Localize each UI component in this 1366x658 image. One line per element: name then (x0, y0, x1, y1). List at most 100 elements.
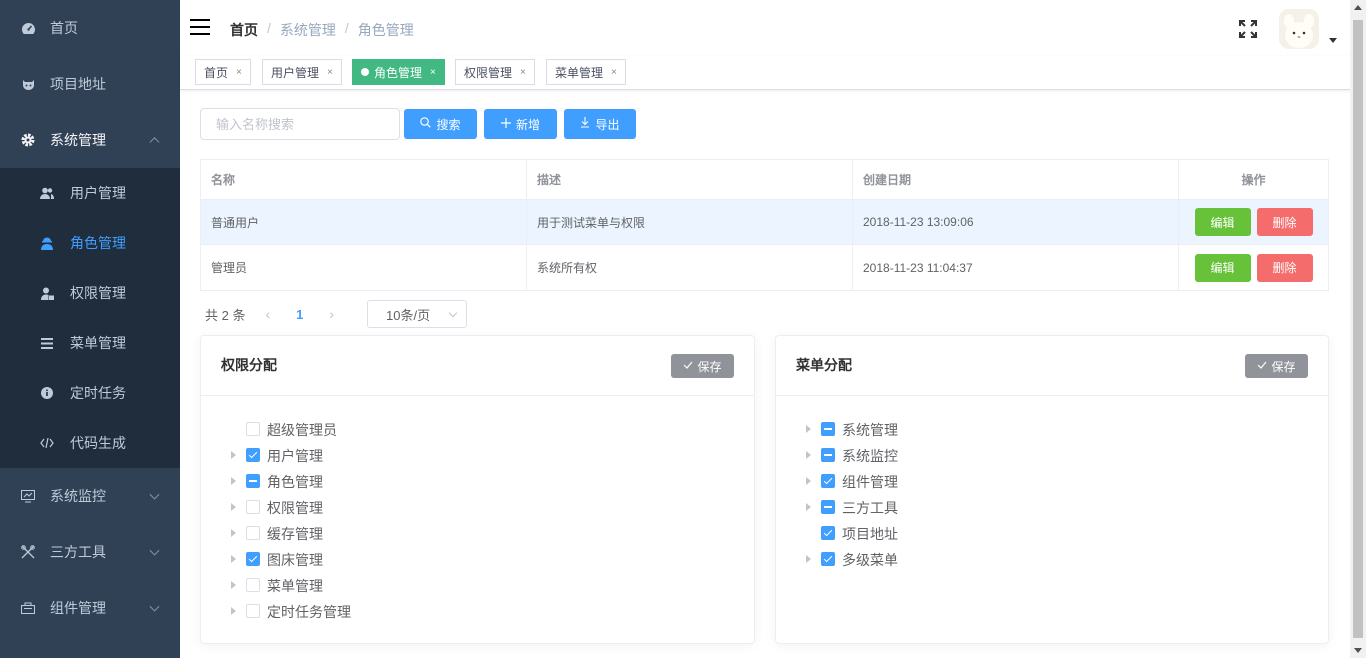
tag-label: 菜单管理 (555, 65, 604, 80)
role-icon (40, 236, 54, 250)
tree-node[interactable]: 定时任务管理 (201, 598, 754, 624)
sidebar-item-tools[interactable]: 三方工具 (0, 524, 180, 580)
sidebar-item-home[interactable]: 首页 (0, 0, 180, 56)
tag-users[interactable]: 用户管理 × (262, 59, 342, 85)
pagination: 共 2 条 ‹ 1 › 10条/页 (205, 300, 467, 328)
sidebar-item-components[interactable]: 组件管理 (0, 580, 180, 636)
tag-roles[interactable]: 角色管理 × (352, 59, 445, 85)
close-icon[interactable]: × (611, 67, 617, 78)
avatar[interactable] (1279, 9, 1319, 49)
sidebar-item-system[interactable]: 系统管理 (0, 112, 180, 168)
tag-permissions[interactable]: 权限管理 × (455, 59, 535, 85)
cell-date: 2018-11-23 13:09:06 (853, 200, 1179, 244)
tree-node[interactable]: 组件管理 (776, 468, 1328, 494)
tree-checkbox[interactable] (246, 578, 260, 592)
tag-label: 角色管理 (374, 65, 423, 80)
caret-right-icon[interactable] (231, 529, 236, 537)
tree-node[interactable]: 权限管理 (201, 494, 754, 520)
tree-checkbox[interactable] (246, 526, 260, 540)
caret-right-icon[interactable] (231, 451, 236, 459)
export-button[interactable]: 导出 (564, 109, 636, 139)
tree-checkbox[interactable] (821, 422, 835, 436)
delete-button[interactable]: 删除 (1256, 208, 1313, 236)
sidebar-item-codegen[interactable]: 代码生成 (0, 418, 180, 468)
caret-right-icon[interactable] (231, 581, 236, 589)
page-size-select[interactable]: 10条/页 (367, 300, 467, 328)
table-row[interactable]: 管理员 系统所有权 2018-11-23 11:04:37 编辑 删除 (201, 245, 1328, 290)
caret-right-icon[interactable] (806, 451, 811, 459)
tree-checkbox[interactable] (821, 526, 835, 540)
tree-checkbox[interactable] (246, 448, 260, 462)
save-menus-button[interactable]: 保存 (1245, 354, 1308, 378)
sidebar-item-monitor[interactable]: 系统监控 (0, 468, 180, 524)
caret-right-icon[interactable] (231, 503, 236, 511)
sidebar-item-permissions[interactable]: 权限管理 (0, 268, 180, 318)
tree-checkbox[interactable] (246, 500, 260, 514)
caret-down-icon[interactable] (1329, 38, 1337, 43)
tree-node[interactable]: 用户管理 (201, 442, 754, 468)
tree-checkbox[interactable] (821, 448, 835, 462)
scrollbar-thumb[interactable] (1353, 20, 1363, 638)
tree-node[interactable]: 项目地址 (776, 520, 1328, 546)
search-input[interactable] (200, 108, 400, 140)
edit-button[interactable]: 编辑 (1194, 253, 1251, 282)
caret-right-icon[interactable] (806, 503, 811, 511)
scroll-up-icon[interactable] (1354, 5, 1362, 10)
sidebar-item-project[interactable]: 项目地址 (0, 56, 180, 112)
search-button[interactable]: 搜索 (404, 109, 477, 139)
tree-node[interactable]: 多级菜单 (776, 546, 1328, 572)
sidebar-item-roles[interactable]: 角色管理 (0, 218, 180, 268)
tag-menus[interactable]: 菜单管理 × (546, 59, 626, 85)
tree-node-label: 系统监控 (842, 448, 898, 464)
tree-checkbox[interactable] (246, 422, 260, 436)
sidebar-item-timing[interactable]: 定时任务 (0, 368, 180, 418)
tree-node[interactable]: 菜单管理 (201, 572, 754, 598)
prev-page-button[interactable]: ‹ (265, 306, 270, 322)
cell-name: 管理员 (201, 245, 527, 290)
tree-node[interactable]: 系统管理 (776, 416, 1328, 442)
close-icon[interactable]: × (520, 67, 526, 78)
breadcrumb-home[interactable]: 首页 (230, 20, 258, 40)
tree-node[interactable]: 系统监控 (776, 442, 1328, 468)
close-icon[interactable]: × (236, 67, 242, 78)
caret-right-icon[interactable] (231, 477, 236, 485)
tree-node-label: 用户管理 (267, 448, 323, 464)
sidebar-item-menus[interactable]: 菜单管理 (0, 318, 180, 368)
caret-right-icon[interactable] (806, 555, 811, 563)
hamburger-icon[interactable] (190, 19, 210, 35)
fullscreen-icon[interactable] (1238, 19, 1258, 39)
caret-right-icon[interactable] (806, 477, 811, 485)
caret-right-icon[interactable] (806, 425, 811, 433)
tree-checkbox[interactable] (246, 552, 260, 566)
tree-node[interactable]: 图床管理 (201, 546, 754, 572)
tree-checkbox[interactable] (246, 474, 260, 488)
scroll-down-icon[interactable] (1354, 648, 1362, 653)
tree-checkbox[interactable] (246, 604, 260, 618)
close-icon[interactable]: × (327, 67, 333, 78)
table-row[interactable]: 普通用户 用于测试菜单与权限 2018-11-23 13:09:06 编辑 删除 (201, 200, 1328, 245)
page-number-1[interactable]: 1 (296, 307, 303, 322)
cell-desc: 用于测试菜单与权限 (527, 200, 853, 244)
sidebar-item-users[interactable]: 用户管理 (0, 168, 180, 218)
tree-checkbox[interactable] (821, 552, 835, 566)
tree-checkbox[interactable] (821, 474, 835, 488)
caret-right-icon[interactable] (231, 607, 236, 615)
tree-checkbox[interactable] (821, 500, 835, 514)
users-icon (40, 186, 54, 200)
save-permissions-button[interactable]: 保存 (671, 354, 734, 378)
add-button[interactable]: 新增 (484, 109, 557, 139)
tree-node[interactable]: 三方工具 (776, 494, 1328, 520)
close-icon[interactable]: × (430, 67, 436, 78)
tree-node[interactable]: 超级管理员 (201, 416, 754, 442)
tree-node[interactable]: 角色管理 (201, 468, 754, 494)
gear-icon (20, 132, 36, 148)
tree-node[interactable]: 缓存管理 (201, 520, 754, 546)
navbar: 首页 / 系统管理 / 角色管理 (180, 0, 1350, 56)
edit-button[interactable]: 编辑 (1194, 208, 1251, 236)
tag-home[interactable]: 首页 × (195, 59, 251, 85)
next-page-button[interactable]: › (329, 306, 334, 322)
vertical-scrollbar[interactable] (1350, 0, 1366, 658)
system-submenu: 用户管理 角色管理 权限管理 菜单管理 定时任务 代码生成 (0, 168, 180, 468)
caret-right-icon[interactable] (231, 555, 236, 563)
delete-button[interactable]: 删除 (1256, 253, 1313, 282)
